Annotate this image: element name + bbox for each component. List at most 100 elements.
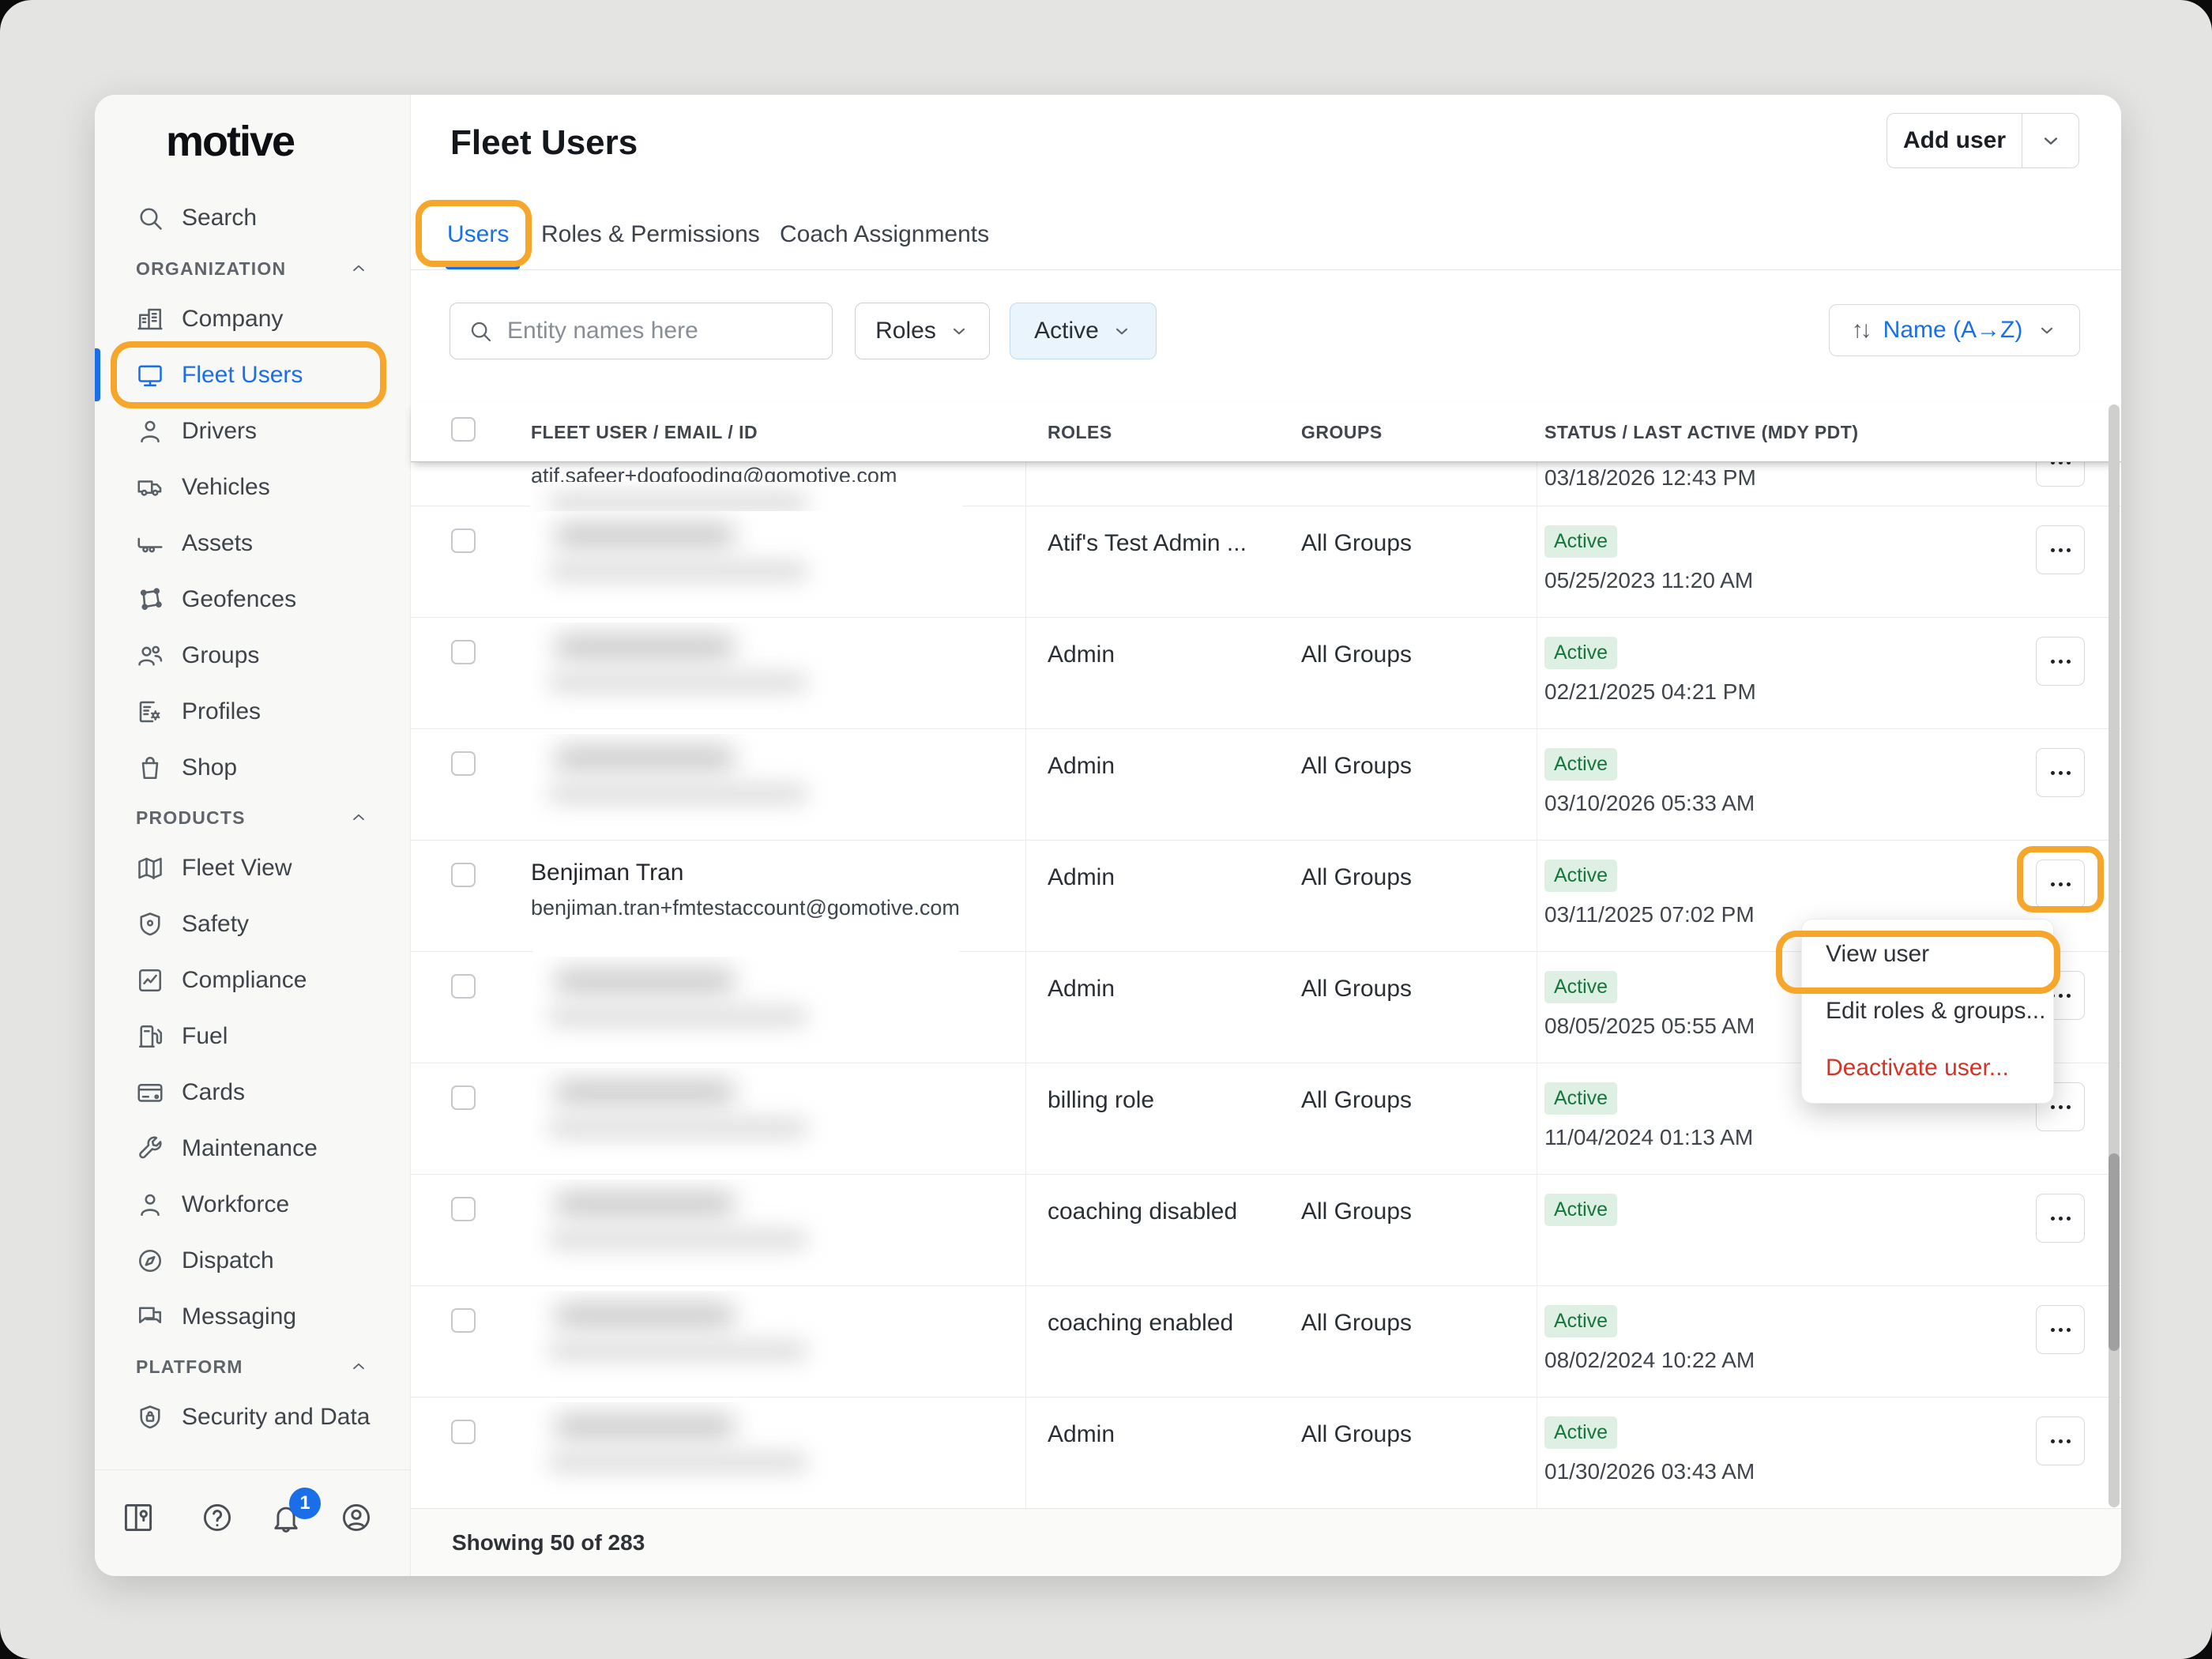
- help-icon[interactable]: [200, 1500, 235, 1535]
- last-active-date: 08/05/2025 05:55 AM: [1544, 1014, 1755, 1039]
- roles-filter-label: Roles: [875, 318, 936, 344]
- add-user-button[interactable]: Add user: [1887, 113, 2079, 168]
- redacted-name-blur: [530, 1291, 962, 1382]
- row-actions-kebab-button[interactable]: [2036, 1194, 2085, 1243]
- row-actions-kebab-button[interactable]: [2036, 525, 2085, 574]
- row-checkbox[interactable]: [451, 640, 476, 664]
- sidebar-item-label: Groups: [182, 642, 259, 669]
- status-filter-label: Active: [1034, 318, 1099, 344]
- sidebar-item-profiles[interactable]: Profiles: [95, 683, 410, 739]
- sidebar-item-label: Compliance: [182, 967, 307, 994]
- account-icon[interactable]: [339, 1500, 374, 1535]
- redacted-name-blur: [530, 1402, 962, 1494]
- sidebar-item-label: Messaging: [182, 1304, 296, 1330]
- geofences-icon: [136, 585, 164, 614]
- sidebar-item-messaging[interactable]: Messaging: [95, 1288, 410, 1345]
- status-badge: Active: [1544, 1194, 1617, 1226]
- status-badge: Active: [1544, 748, 1617, 781]
- menu-item-edit-roles-groups[interactable]: Edit roles & groups...: [1802, 983, 2053, 1040]
- menu-item-view-user[interactable]: View user: [1802, 926, 2053, 983]
- row-checkbox[interactable]: [451, 1308, 476, 1333]
- status-filter-dropdown[interactable]: Active: [1010, 303, 1157, 359]
- row-actions-kebab-button[interactable]: [2036, 637, 2085, 686]
- row-context-menu: View userEdit roles & groups...Deactivat…: [1801, 919, 2054, 1104]
- sidebar-item-fuel[interactable]: Fuel: [95, 1008, 410, 1064]
- sidebar-item-workforce[interactable]: Workforce: [95, 1176, 410, 1232]
- sidebar-item-label: Cards: [182, 1079, 245, 1106]
- sidebar-section-organization[interactable]: ORGANIZATION: [95, 246, 410, 291]
- sidebar-item-label: Maintenance: [182, 1135, 318, 1162]
- user-name: Benjiman Tran: [531, 860, 683, 886]
- sidebar-item-maintenance[interactable]: Maintenance: [95, 1120, 410, 1176]
- sidebar-item-drivers[interactable]: Drivers: [95, 403, 410, 459]
- tab-coach-assignments[interactable]: Coach Assignments: [780, 221, 989, 248]
- row-actions-kebab-button[interactable]: [2036, 1416, 2085, 1465]
- main-content: Fleet Users Add user Users Roles & Permi…: [411, 95, 2121, 1576]
- row-actions-kebab-button[interactable]: [2036, 1305, 2085, 1354]
- row-checkbox[interactable]: [451, 1085, 476, 1110]
- sidebar-item-fleet-users[interactable]: Fleet Users: [95, 347, 410, 403]
- status-badge: Active: [1544, 860, 1617, 892]
- sidebar-item-groups[interactable]: Groups: [95, 627, 410, 683]
- row-checkbox[interactable]: [451, 751, 476, 776]
- sidebar-item-dispatch[interactable]: Dispatch: [95, 1232, 410, 1288]
- row-actions-kebab-clipped[interactable]: [2036, 462, 2086, 487]
- row-checkbox[interactable]: [451, 1197, 476, 1221]
- tab-roles-permissions[interactable]: Roles & Permissions: [541, 221, 760, 248]
- sidebar-item-cards[interactable]: Cards: [95, 1064, 410, 1120]
- user-role: Admin: [1048, 864, 1115, 891]
- table-footer: Showing 50 of 283: [411, 1508, 2121, 1576]
- select-all-checkbox[interactable]: [451, 417, 476, 442]
- status-badge: Active: [1544, 1305, 1617, 1337]
- shop-icon: [136, 754, 164, 782]
- groups-icon: [136, 641, 164, 670]
- status-badge: Active: [1544, 971, 1617, 1003]
- sidebar-item-geofences[interactable]: Geofences: [95, 571, 410, 627]
- sidebar-item-label: Fuel: [182, 1023, 228, 1050]
- row-actions-kebab-button[interactable]: [2036, 748, 2085, 797]
- sidebar-item-fleet-view[interactable]: Fleet View: [95, 840, 410, 896]
- add-user-label[interactable]: Add user: [1887, 114, 2022, 167]
- user-role: Admin: [1048, 753, 1115, 780]
- redacted-name-blur: [530, 734, 962, 826]
- row-checkbox[interactable]: [451, 974, 476, 999]
- row-checkbox[interactable]: [451, 1420, 476, 1444]
- search-input[interactable]: Entity names here: [450, 303, 833, 359]
- fleet-users-icon: [136, 361, 164, 389]
- row-checkbox[interactable]: [451, 863, 476, 887]
- status-badge: Active: [1544, 637, 1617, 669]
- sidebar-section-platform[interactable]: PLATFORM: [95, 1345, 410, 1389]
- sidebar-item-vehicles[interactable]: Vehicles: [95, 459, 410, 515]
- user-role: Admin: [1048, 641, 1115, 668]
- sidebar-item-company[interactable]: Company: [95, 291, 410, 347]
- fleet-view-icon: [136, 854, 164, 882]
- sidebar-item-compliance[interactable]: Compliance: [95, 952, 410, 1008]
- status-badge: Active: [1544, 525, 1617, 558]
- row-actions-kebab-button[interactable]: [2036, 860, 2085, 908]
- menu-item-deactivate-user[interactable]: Deactivate user...: [1802, 1040, 2053, 1097]
- row-checkbox[interactable]: [451, 529, 476, 553]
- sidebar-item-search[interactable]: Search: [95, 190, 410, 246]
- sidebar-item-security-and-data[interactable]: Security and Data: [95, 1389, 410, 1445]
- workforce-icon: [136, 1191, 164, 1219]
- sort-dropdown[interactable]: ↑↓ Name (A→Z): [1829, 304, 2080, 356]
- sidebar-section-products[interactable]: PRODUCTS: [95, 796, 410, 840]
- chevron-up-icon: [348, 807, 369, 828]
- add-user-dropdown[interactable]: [2022, 114, 2078, 167]
- sidebar-item-shop[interactable]: Shop: [95, 739, 410, 796]
- sidebar-item-safety[interactable]: Safety: [95, 896, 410, 952]
- roles-filter-dropdown[interactable]: Roles: [855, 303, 990, 359]
- guide-icon[interactable]: [121, 1500, 156, 1535]
- scrollbar-thumb[interactable]: [2109, 1153, 2120, 1351]
- active-tab-underline: [446, 264, 520, 269]
- chevron-down-icon: [2039, 129, 2063, 152]
- last-active-date: 08/02/2024 10:22 AM: [1544, 1348, 1755, 1373]
- row-actions-kebab-button[interactable]: [2036, 462, 2085, 487]
- sidebar-item-label: Dispatch: [182, 1247, 274, 1274]
- chevron-up-icon: [348, 258, 369, 279]
- sidebar-item-assets[interactable]: Assets: [95, 515, 410, 571]
- tab-users[interactable]: Users: [447, 221, 509, 248]
- sidebar-item-label: Geofences: [182, 586, 296, 613]
- user-groups: All Groups: [1301, 1198, 1412, 1225]
- sidebar-item-label: Safety: [182, 911, 249, 938]
